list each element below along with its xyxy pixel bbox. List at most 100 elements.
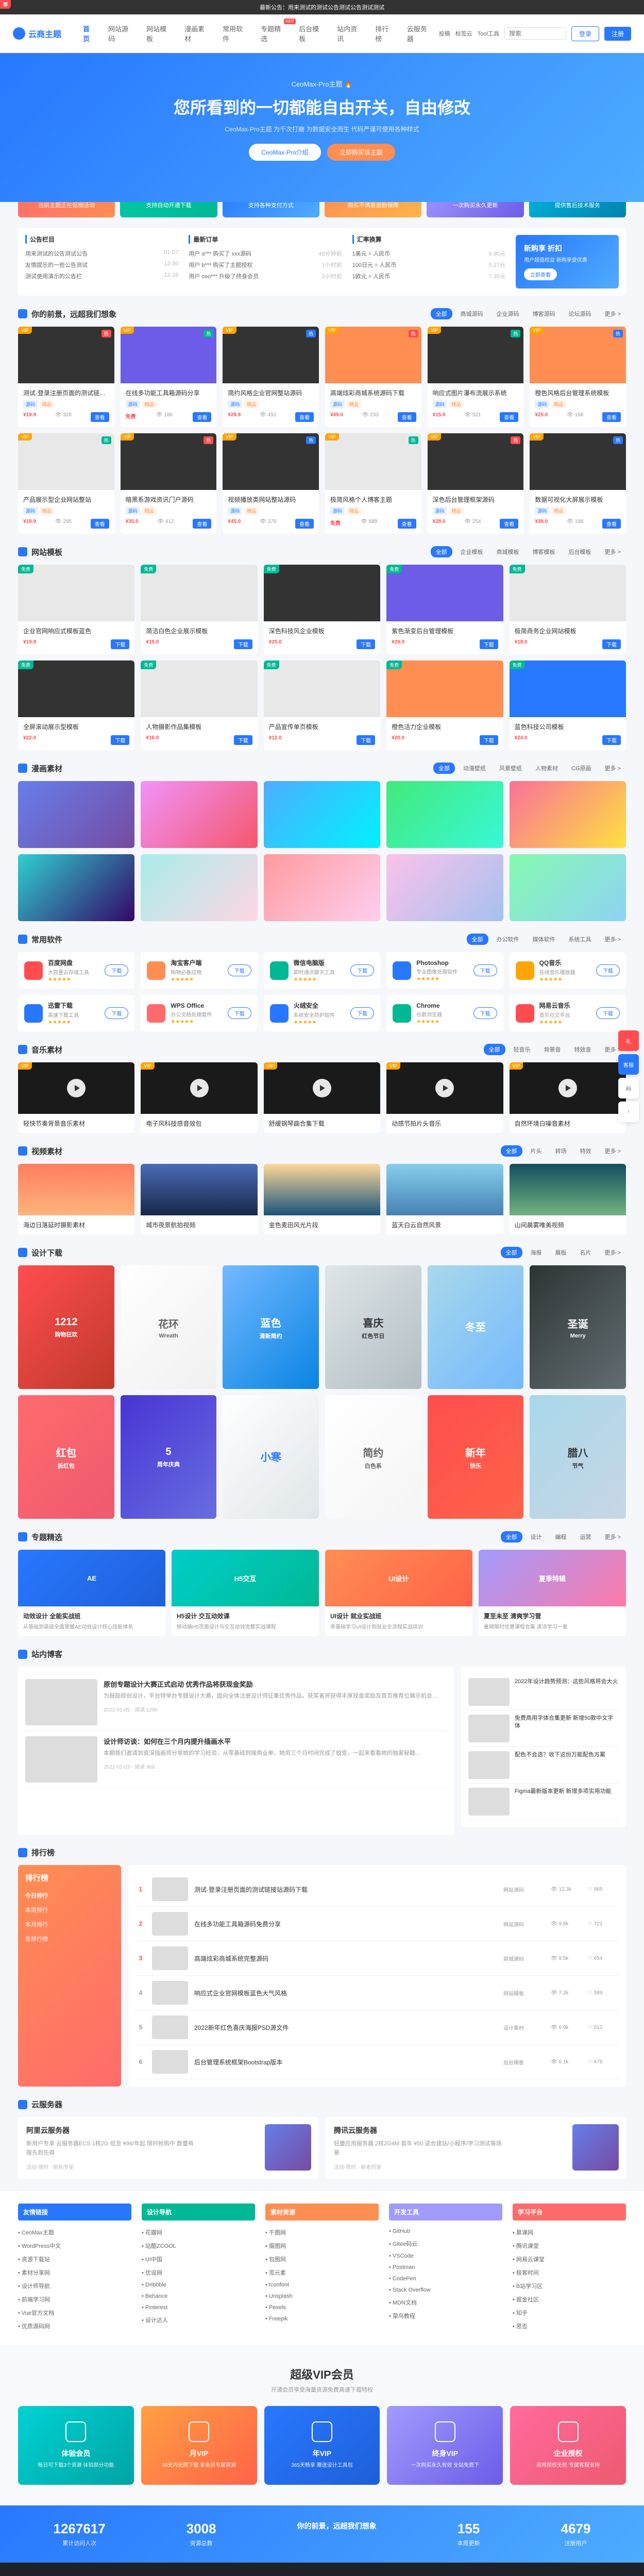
wallpaper-card[interactable] <box>264 781 380 848</box>
section-tab[interactable]: 后台模板 <box>564 546 597 557</box>
rank-row[interactable]: 4响应式企业官网模板蓝色大气风格网站模板👁 7.2k♡ 589 <box>135 1976 619 2010</box>
section-tab[interactable]: 编程 <box>550 1531 572 1543</box>
software-card[interactable]: 微信电脑版即时通讯聊天工具★★★★★下载 <box>264 952 380 989</box>
section-tab[interactable]: 设计 <box>526 1531 547 1543</box>
nav-item[interactable]: 漫画素材 <box>178 20 216 47</box>
section-tab[interactable]: 名片 <box>575 1247 597 1258</box>
play-button[interactable] <box>67 1079 86 1097</box>
software-card[interactable]: Chrome谷歌浏览器★★★★★下载 <box>386 995 503 1031</box>
music-card[interactable]: VIP动感节拍片头音乐 <box>386 1062 503 1133</box>
topic-card[interactable]: AE动效设计 全能实战班从基础到高级全面掌握AE动效设计核心技能体系 <box>18 1550 165 1636</box>
download-button[interactable]: 下载 <box>105 964 128 976</box>
source-card[interactable]: VIP热产品展示型企业网站整站源码精品¥19.9👁 295查看 <box>18 433 114 534</box>
poster-card[interactable]: 荐蓝色清新简约 <box>223 1265 319 1389</box>
nav-item[interactable]: 网站模板 <box>140 20 178 47</box>
friend-link[interactable]: • Unsplash <box>265 2291 379 2302</box>
source-card[interactable]: VIP热暗黑系游戏资讯门户源码源码精品¥35.0👁 412查看 <box>121 433 217 534</box>
friend-link[interactable]: • Behance <box>142 2291 255 2302</box>
friend-link[interactable]: • 设计达人 <box>142 2313 255 2327</box>
section-tab[interactable]: 更多 > <box>600 934 626 945</box>
section-tab[interactable]: 系统工具 <box>564 934 597 945</box>
section-tab[interactable]: 媒体软件 <box>528 934 561 945</box>
section-tab[interactable]: 更多 > <box>600 308 626 319</box>
play-button[interactable] <box>190 1079 209 1097</box>
section-tab[interactable]: 博客源码 <box>528 308 561 319</box>
friend-link[interactable]: • 菜鸟教程 <box>389 2309 502 2323</box>
friend-link[interactable]: • Vue官方文档 <box>18 2306 131 2319</box>
friend-link[interactable]: • 腾讯课堂 <box>513 2239 626 2252</box>
section-tab[interactable]: 海报 <box>526 1247 547 1258</box>
source-card[interactable]: VIP热数据可视化大屏展示模板源码精品¥38.0👁 198查看 <box>530 433 626 534</box>
section-tab[interactable]: 商城源码 <box>455 308 488 319</box>
promo-button[interactable]: 立即查看 <box>524 268 557 280</box>
friend-link[interactable]: • 优质源码网 <box>18 2319 131 2333</box>
section-tab[interactable]: 展板 <box>550 1247 572 1258</box>
poster-card[interactable]: 荐1212购物狂欢 <box>18 1265 114 1389</box>
friend-link[interactable]: • Dribbble <box>142 2279 255 2291</box>
friend-link[interactable]: • 思否 <box>513 2319 626 2333</box>
source-card[interactable]: VIP热橙色风格后台管理系统模板源码精品¥25.0👁 168查看 <box>530 327 626 427</box>
poster-card[interactable]: 荐喜庆红色节日 <box>325 1265 421 1389</box>
wallpaper-card[interactable] <box>18 781 134 848</box>
news-side-item[interactable]: 配色不会选？收下这份万能配色方案 <box>468 1747 619 1784</box>
friend-link[interactable]: • Postman <box>389 2262 502 2273</box>
download-button[interactable]: 下载 <box>596 1007 620 1019</box>
download-button[interactable]: 下载 <box>596 964 620 976</box>
wallpaper-card[interactable] <box>264 854 380 921</box>
vip-card[interactable]: 体验会员每日可下载3个资源 体验部分功能 <box>18 2406 134 2485</box>
template-card[interactable]: 免费全屏滚动展示型模板¥22.0下载 <box>18 660 134 750</box>
section-tab[interactable]: 全部 <box>433 762 455 774</box>
template-card[interactable]: 免费产品宣传单页模板¥12.0下载 <box>264 660 380 750</box>
poster-card[interactable]: 荐小寒 <box>223 1395 319 1519</box>
software-card[interactable]: QQ音乐在线音乐播放器★★★★★下载 <box>510 952 626 989</box>
template-card[interactable]: 免费企业官网响应式模板蓝色¥19.9下载 <box>18 565 134 654</box>
nav-item[interactable]: 常用软件 <box>216 20 255 47</box>
wallpaper-card[interactable] <box>510 781 626 848</box>
poster-card[interactable]: 荐简约白色系 <box>325 1395 421 1519</box>
friend-link[interactable]: • GitHub <box>389 2226 502 2237</box>
friend-link[interactable]: • 资源下载站 <box>18 2252 131 2266</box>
header-link[interactable]: 标签云 <box>455 29 472 38</box>
wallpaper-card[interactable] <box>510 854 626 921</box>
rank-row[interactable]: 2在线多功能工具箱源码免费分享网站源码👁 9.8k♡ 721 <box>135 1907 619 1941</box>
friend-link[interactable]: • WordPress中文 <box>18 2239 131 2252</box>
float-service[interactable]: 客服 <box>618 1054 639 1075</box>
float-qr[interactable]: 码 <box>618 1078 639 1098</box>
template-card[interactable]: 免费极简商务企业网站模板¥18.0下载 <box>510 565 626 654</box>
friend-link[interactable]: • 包图网 <box>265 2252 379 2266</box>
video-card[interactable]: 海边日落延时摄影素材 <box>18 1164 134 1234</box>
friend-link[interactable]: • 站酷ZCOOL <box>142 2239 255 2252</box>
software-card[interactable]: 网易云音乐音乐社交平台★★★★★下载 <box>510 995 626 1031</box>
friend-link[interactable]: • Freepik <box>265 2313 379 2325</box>
software-card[interactable]: 淘宝客户端购物必备应用★★★★★下载 <box>141 952 257 989</box>
friend-link[interactable]: • UI中国 <box>142 2252 255 2266</box>
video-card[interactable]: 城市夜景航拍视频 <box>141 1164 257 1234</box>
vip-card[interactable]: 终身VIP一次购买永久有效 全站免费下 <box>387 2406 503 2485</box>
friend-link[interactable]: • 掘金社区 <box>513 2293 626 2306</box>
section-tab[interactable]: 企业模板 <box>455 546 488 557</box>
section-tab[interactable]: 转场 <box>550 1145 572 1157</box>
software-card[interactable]: 百度网盘大容量云存储工具★★★★★下载 <box>18 952 134 989</box>
wallpaper-card[interactable] <box>386 781 503 848</box>
section-tab[interactable]: 全部 <box>431 308 452 319</box>
play-button[interactable] <box>435 1079 454 1097</box>
music-card[interactable]: VIP电子风科技感音效包 <box>141 1062 257 1133</box>
news-item[interactable]: 设计师访谈：如何在三个月内提升插画水平本期我们邀请到资深插画师分享她的学习经验，… <box>25 1731 447 1788</box>
source-card[interactable]: VIP热视频播放类网站整站源码源码精品¥45.0👁 378查看 <box>223 433 319 534</box>
rank-row[interactable]: 3高端炫彩商城系统完整源码商城源码👁 8.5k♡ 654 <box>135 1941 619 1976</box>
download-button[interactable]: 下载 <box>105 1007 128 1019</box>
video-card[interactable]: 蓝天白云自然风景 <box>386 1164 503 1234</box>
download-button[interactable]: 下载 <box>473 1007 497 1019</box>
vip-card[interactable]: 月VIP30天内无限下载 享会员专属资源 <box>141 2406 257 2485</box>
friend-link[interactable]: • Pexels <box>265 2302 379 2313</box>
source-card[interactable]: VIP热在线多功能工具箱源码分享源码精品免费👁 186查看 <box>121 327 217 427</box>
section-tab[interactable]: 博客模板 <box>528 546 561 557</box>
notice-item[interactable]: 用来测试的公告测试公告01-07 <box>25 248 178 259</box>
template-card[interactable]: 免费人物摄影作品集模板¥16.0下载 <box>141 660 257 750</box>
section-tab[interactable]: 全部 <box>467 934 488 945</box>
play-button[interactable] <box>558 1079 577 1097</box>
section-tab[interactable]: 动漫壁纸 <box>458 762 491 774</box>
hero-btn-intro[interactable]: CeoMax-Pro介绍 <box>249 144 320 161</box>
news-side-item[interactable]: 免费商用字体合集更新 新增50款中文字体 <box>468 1710 619 1747</box>
section-tab[interactable]: 特效音 <box>569 1044 597 1055</box>
